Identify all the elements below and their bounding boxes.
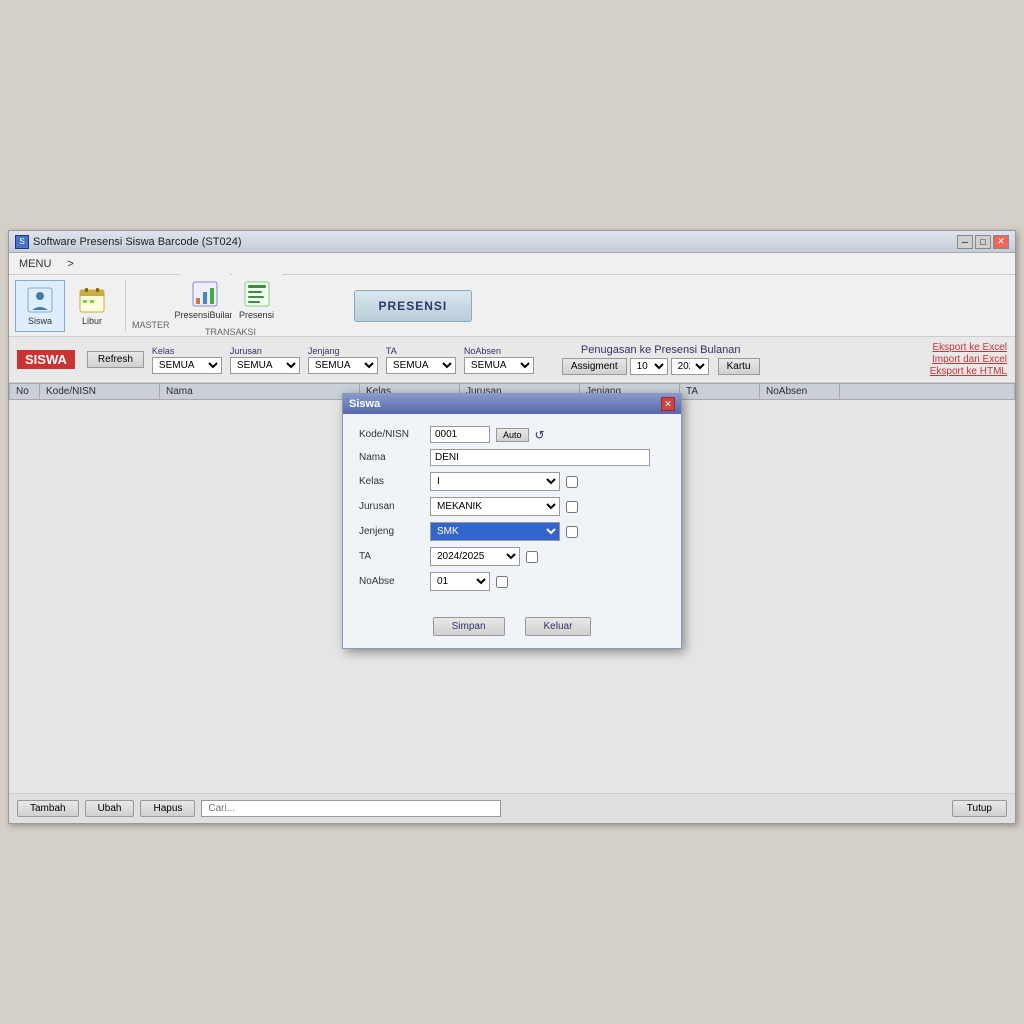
nama-row: Nama <box>359 449 665 466</box>
ta-label: TA <box>359 551 424 562</box>
main-content: No Kode/NISN Nama Kelas Jurusan Jenjang … <box>9 383 1015 793</box>
toolbar-presensi-button[interactable]: Presensi <box>232 274 282 326</box>
toolbar: Siswa Libur MASTER <box>9 275 1015 337</box>
kelas-checkbox[interactable] <box>566 476 578 488</box>
jenjang-filter-select[interactable]: SEMUA <box>308 357 378 374</box>
refresh-button[interactable]: Refresh <box>87 351 144 368</box>
assignment-button[interactable]: Assigment <box>562 358 627 375</box>
noabse-checkbox[interactable] <box>496 576 508 588</box>
jurusan-filter-select[interactable]: SEMUA <box>230 357 300 374</box>
tutup-button[interactable]: Tutup <box>952 800 1007 817</box>
title-bar: S Software Presensi Siswa Barcode (ST024… <box>9 231 1015 253</box>
jurusan-label: Jurusan <box>359 501 424 512</box>
jurusan-row: Jurusan MEKANIK <box>359 497 665 516</box>
kode-nisn-input[interactable] <box>430 426 490 443</box>
auto-button[interactable]: Auto <box>496 428 529 442</box>
ta-select[interactable]: 2024/2025 <box>430 547 520 566</box>
nama-label: Nama <box>359 452 424 463</box>
toolbar-presensibulan-button[interactable]: PresensiBuilan <box>180 274 230 326</box>
kelas-row: Kelas I <box>359 472 665 491</box>
kode-nisn-label: Kode/NISN <box>359 429 424 440</box>
kelas-filter-label: Kelas <box>152 346 222 356</box>
modal-title: Siswa <box>349 398 380 410</box>
jenjang-filter-label: Jenjang <box>308 346 378 356</box>
assignment-group-label: Penugasan ke Presensi Bulanan <box>581 344 741 356</box>
kelas-select[interactable]: I <box>430 472 560 491</box>
export-html-link[interactable]: Eksport ke HTML <box>930 366 1007 377</box>
import-excel-link[interactable]: Import dari Excel <box>932 354 1007 365</box>
kelas-filter-group: Kelas SEMUA <box>152 346 222 374</box>
refresh-icon[interactable]: ↺ <box>535 428 545 442</box>
jenjang-row: Jenjeng SMK <box>359 522 665 541</box>
kartu-button[interactable]: Kartu <box>718 358 760 375</box>
kelas-filter-select[interactable]: SEMUA <box>152 357 222 374</box>
ta-filter-select[interactable]: SEMUA <box>386 357 456 374</box>
window-title: Software Presensi Siswa Barcode (ST024) <box>33 236 241 248</box>
presensibulan-label: PresensiBuilan <box>175 310 235 320</box>
export-excel-link[interactable]: Eksport ke Excel <box>933 342 1007 353</box>
jurusan-checkbox[interactable] <box>566 501 578 513</box>
noabsen-filter-select[interactable]: SEMUA <box>464 357 534 374</box>
year-select[interactable]: 2024 <box>671 358 709 375</box>
kelas-label: Kelas <box>359 476 424 487</box>
transaksi-label: TRANSAKSI <box>205 327 256 337</box>
presensi-icon-label: Presensi <box>239 310 274 320</box>
presensibulan-icon <box>191 280 219 308</box>
minimize-button[interactable]: ─ <box>957 235 973 249</box>
menu-item-arrow[interactable]: > <box>61 257 79 271</box>
noabse-label: NoAbse <box>359 576 424 587</box>
modal-close-x-button[interactable]: ✕ <box>661 397 675 411</box>
presensi-icon <box>243 280 271 308</box>
ta-filter-group: TA SEMUA <box>386 346 456 374</box>
kode-nisn-row: Kode/NISN Auto ↺ <box>359 426 665 443</box>
noabsen-filter-label: NoAbsen <box>464 346 534 356</box>
keluar-button[interactable]: Keluar <box>525 617 592 636</box>
app-icon: S <box>15 235 29 249</box>
jurusan-filter-group: Jurusan SEMUA <box>230 346 300 374</box>
libur-icon <box>78 286 106 314</box>
noabse-select[interactable]: 01 <box>430 572 490 591</box>
jenjang-filter-group: Jenjang SEMUA <box>308 346 378 374</box>
restore-button[interactable]: □ <box>975 235 991 249</box>
tambah-button[interactable]: Tambah <box>17 800 79 817</box>
master-label: MASTER <box>132 320 170 332</box>
menu-bar: MENU > <box>9 253 1015 275</box>
simpan-button[interactable]: Simpan <box>433 617 505 636</box>
modal-footer: Simpan Keluar <box>343 609 681 648</box>
export-links: Eksport ke Excel Import dari Excel Ekspo… <box>930 342 1007 377</box>
libur-label: Libur <box>82 316 102 326</box>
close-button[interactable]: ✕ <box>993 235 1009 249</box>
master-group: Siswa Libur <box>15 280 126 332</box>
modal-body: Kode/NISN Auto ↺ Nama Kelas I <box>343 414 681 609</box>
siswa-section-label: SISWA <box>17 350 75 369</box>
menu-item-menu[interactable]: MENU <box>13 257 57 271</box>
modal-title-bar: Siswa ✕ <box>343 394 681 414</box>
search-input[interactable] <box>201 800 501 817</box>
jenjang-label: Jenjeng <box>359 526 424 537</box>
presensi-main-button[interactable]: PRESENSI <box>354 290 473 322</box>
bottom-bar: Tambah Ubah Hapus Tutup <box>9 793 1015 823</box>
jenjang-select[interactable]: SMK <box>430 522 560 541</box>
ta-filter-label: TA <box>386 346 456 356</box>
ta-row: TA 2024/2025 <box>359 547 665 566</box>
filter-bar: SISWA Refresh Kelas SEMUA Jurusan SEMUA … <box>9 337 1015 383</box>
toolbar-siswa-button[interactable]: Siswa <box>15 280 65 332</box>
noabse-row: NoAbse 01 <box>359 572 665 591</box>
window-controls: ─ □ ✕ <box>957 235 1009 249</box>
month-select[interactable]: 10 <box>630 358 668 375</box>
siswa-dialog: Siswa ✕ Kode/NISN Auto ↺ Nama <box>342 393 682 649</box>
siswa-label: Siswa <box>28 316 52 326</box>
nama-input[interactable] <box>430 449 650 466</box>
noabsen-filter-group: NoAbsen SEMUA <box>464 346 534 374</box>
ubah-button[interactable]: Ubah <box>85 800 135 817</box>
siswa-icon <box>26 286 54 314</box>
jenjang-checkbox[interactable] <box>566 526 578 538</box>
jurusan-select[interactable]: MEKANIK <box>430 497 560 516</box>
hapus-button[interactable]: Hapus <box>140 800 195 817</box>
modal-overlay: Siswa ✕ Kode/NISN Auto ↺ Nama <box>9 383 1015 793</box>
ta-checkbox[interactable] <box>526 551 538 563</box>
assignment-group: Penugasan ke Presensi Bulanan Assigment … <box>562 344 760 375</box>
jurusan-filter-label: Jurusan <box>230 346 300 356</box>
toolbar-libur-button[interactable]: Libur <box>67 280 117 332</box>
